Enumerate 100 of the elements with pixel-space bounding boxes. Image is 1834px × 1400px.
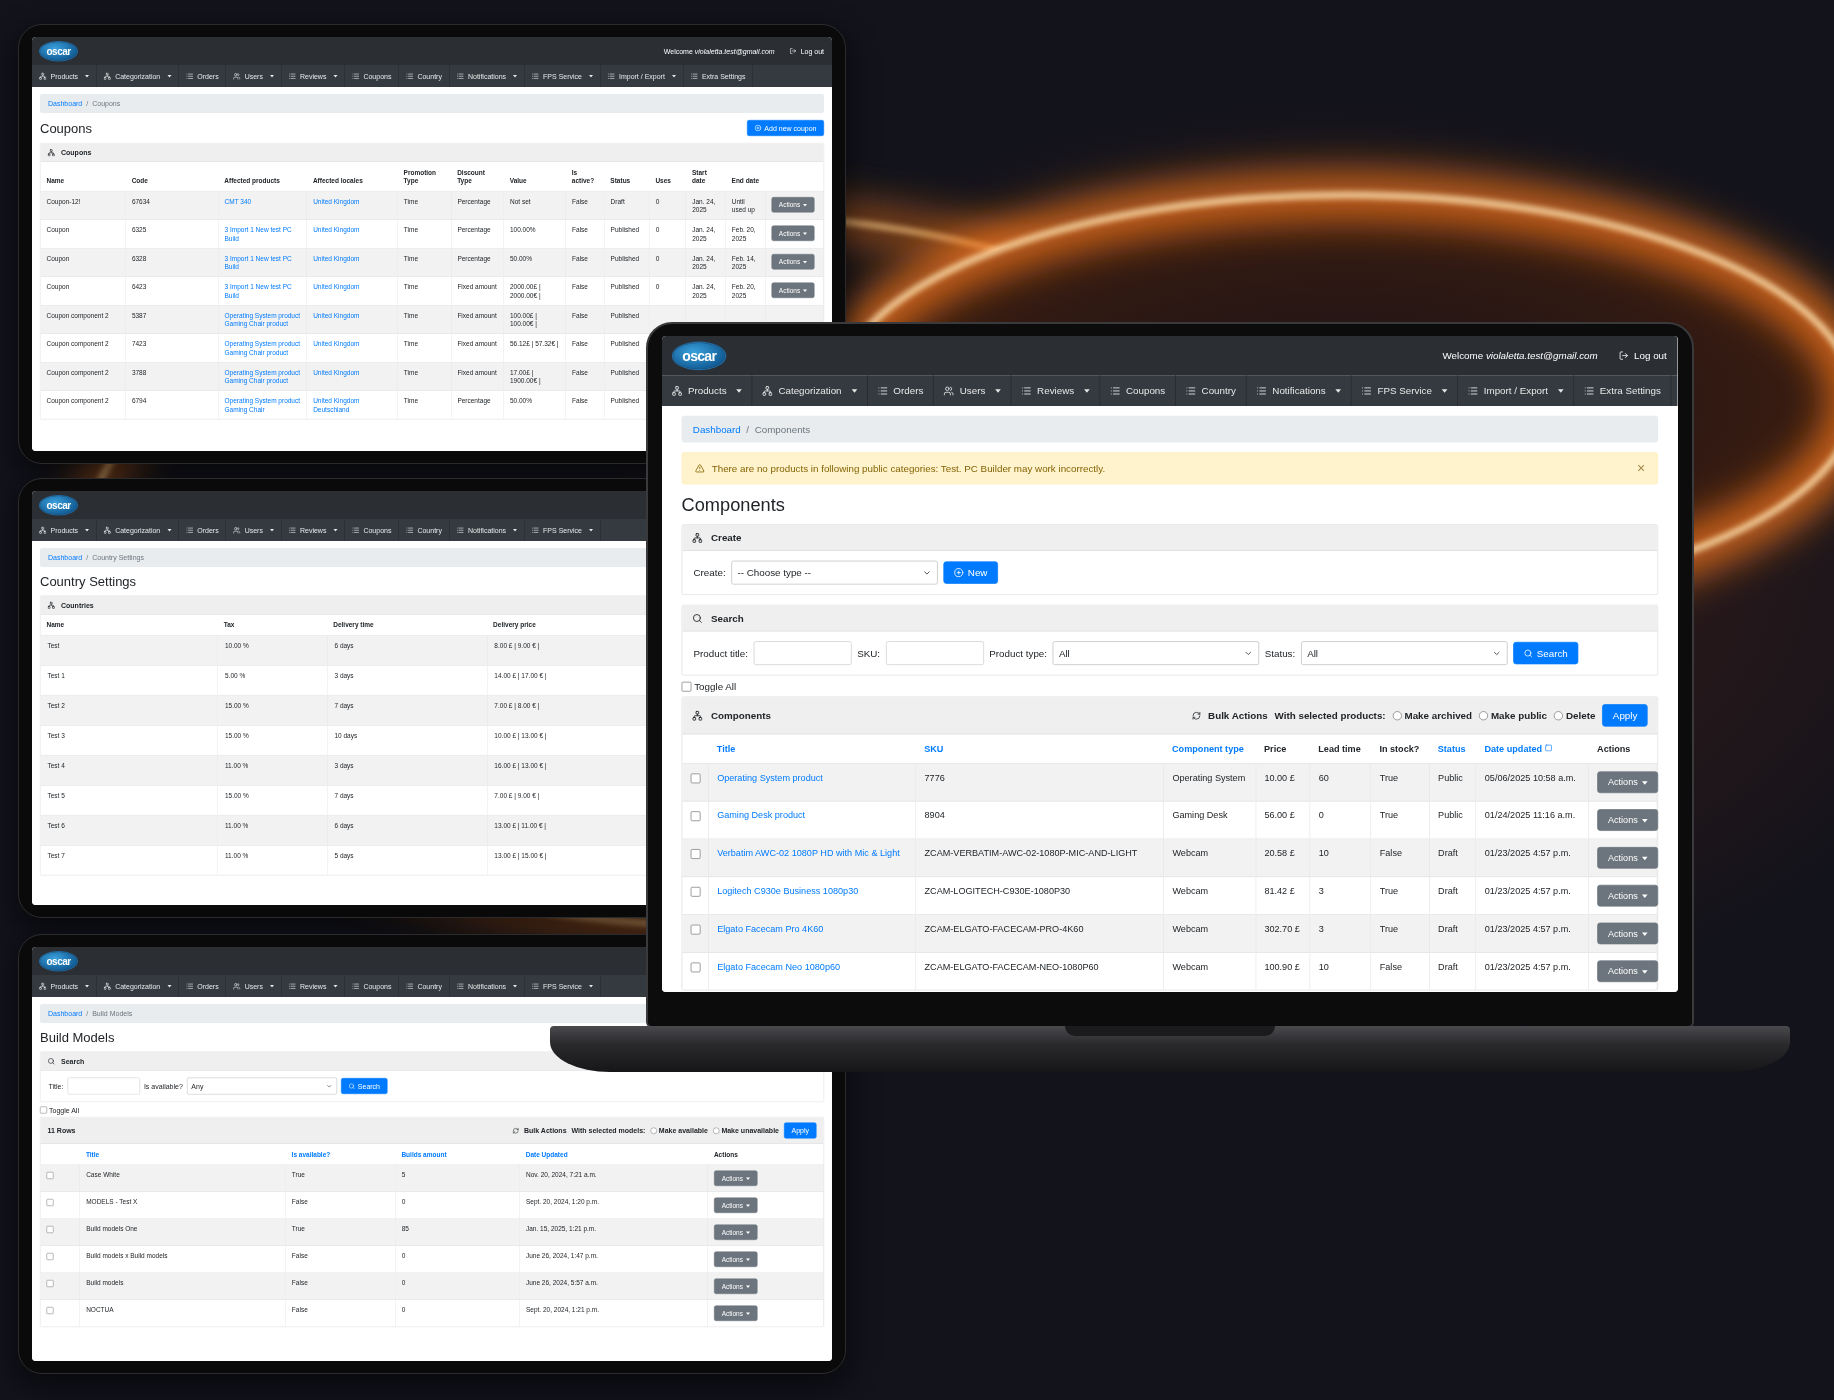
radio-option[interactable]: Make archived	[1392, 709, 1473, 721]
table-link[interactable]: Logitech C930e Business 1080p30	[717, 884, 907, 897]
table-cell: 8904	[915, 801, 1164, 839]
caret-icon	[1641, 819, 1648, 823]
nav-item[interactable]: Coupons	[1100, 375, 1176, 406]
logo[interactable]: oscar	[673, 342, 726, 369]
row-checkbox[interactable]	[690, 773, 701, 783]
row-checkbox[interactable]	[690, 811, 701, 821]
input-field[interactable]	[885, 641, 984, 665]
caret-icon	[1641, 970, 1648, 974]
caret-icon	[803, 204, 808, 207]
table-cell: True	[1371, 914, 1430, 953]
table-cell: 10.00 £	[1255, 763, 1310, 802]
nav-item[interactable]: FPS Service	[1351, 375, 1458, 406]
table-cell: 05/06/2025 10:58 a.m.	[1476, 763, 1589, 802]
welcome-text: Welcome violaletta.test@gmail.com	[1442, 350, 1598, 362]
table-cell: ZCAM-VERBATIM-AWC-02-1080P-MIC-AND-LIGHT	[915, 838, 1164, 877]
actions-button[interactable]: Actions	[1597, 884, 1659, 907]
row-checkbox[interactable]	[690, 962, 701, 972]
row-checkbox[interactable]	[46, 1279, 54, 1287]
panel-title: Search	[711, 612, 744, 624]
actions-button[interactable]: Actions	[1597, 771, 1659, 794]
table-cell: 01/23/2025 4:57 p.m.	[1476, 914, 1589, 953]
table-cell: Public	[1429, 801, 1477, 839]
nav-item[interactable]: Products	[662, 375, 753, 406]
table-link[interactable]: Elgato Facecam Neo 1080p60	[717, 960, 907, 973]
page-title: Build Models	[40, 1030, 116, 1046]
radio-option[interactable]: Delete	[1554, 709, 1596, 721]
logo[interactable]: oscar	[40, 495, 78, 515]
column-header[interactable]: Date updated	[1484, 743, 1543, 754]
column-header[interactable]: SKU	[924, 743, 944, 754]
row-checkbox[interactable]	[46, 1306, 54, 1314]
alert-text: There are no products in following public categories: Test. PC Builder may work incorrectly.	[711, 462, 1107, 474]
actions-button[interactable]: Actions	[1597, 922, 1659, 945]
actions-button[interactable]: Actions	[1597, 847, 1659, 869]
bulk-actions-label: Bulk Actions	[1208, 709, 1268, 721]
input-field[interactable]	[753, 641, 852, 665]
new-button[interactable]: New	[943, 561, 998, 584]
table-cell: 302.70 £	[1255, 914, 1310, 953]
row-checkbox[interactable]	[46, 1198, 54, 1206]
column-header[interactable]: Title	[716, 743, 736, 754]
table-cell: ZCAM-LOGITECH-C930E-1080P30	[915, 876, 1164, 915]
logo[interactable]: oscar	[40, 951, 78, 971]
caret-icon	[1641, 932, 1648, 936]
nav-item[interactable]: Reviews	[1011, 375, 1101, 406]
caret-icon	[1641, 856, 1648, 861]
table-cell: 3	[1309, 876, 1371, 915]
select-field[interactable]: All	[1052, 641, 1260, 665]
table-cell: Webcam	[1163, 914, 1256, 953]
table-cell: Gaming Desk	[1163, 801, 1256, 839]
select-field[interactable]: All	[1300, 641, 1508, 665]
table-link[interactable]: Elgato Facecam Pro 4K60	[717, 922, 907, 935]
nav-item[interactable]: Import / Export	[1457, 375, 1574, 406]
page-title: Components	[681, 494, 786, 516]
table-cell: Webcam	[1163, 952, 1256, 990]
nav-item[interactable]: Users	[933, 375, 1012, 406]
row-checkbox[interactable]	[690, 848, 701, 859]
row-checkbox[interactable]	[46, 1171, 54, 1179]
column-header: Actions	[1588, 734, 1658, 764]
row-checkbox[interactable]	[46, 1225, 54, 1233]
table-cell: 60	[1309, 763, 1371, 802]
table-cell: 01/24/2025 11:16 a.m.	[1476, 801, 1589, 839]
row-checkbox[interactable]	[690, 886, 701, 897]
nav-item[interactable]: Categorization	[752, 375, 868, 406]
caret-icon	[1641, 894, 1648, 899]
nav-item[interactable]: Extra Settings	[1573, 375, 1672, 406]
table-cell: Draft	[1429, 838, 1477, 877]
logout-link[interactable]: Log out	[1618, 350, 1667, 362]
table-cell: 01/23/2025 4:57 p.m.	[1476, 952, 1589, 990]
table-cell: 20.58 £	[1255, 838, 1310, 877]
column-header[interactable]: Status	[1437, 743, 1466, 754]
table-cell: 0	[1309, 801, 1371, 839]
bulk-prompt: With selected products:	[1274, 709, 1386, 721]
breadcrumb-separator: /	[746, 423, 750, 435]
column-header: In stock?	[1379, 743, 1420, 754]
logo[interactable]: oscar	[40, 41, 78, 61]
radio-option[interactable]: Make public	[1479, 709, 1548, 721]
table-cell: 81.42 £	[1255, 876, 1310, 915]
table-cell: False	[1371, 838, 1430, 877]
column-header[interactable]: Component type	[1172, 743, 1244, 754]
select-field[interactable]: -- Choose type --	[731, 560, 938, 585]
actions-button[interactable]: Actions	[1597, 809, 1659, 831]
table-cell: 3	[1309, 914, 1371, 953]
actions-button[interactable]: Actions	[1597, 960, 1659, 983]
panel-title: Components	[711, 709, 771, 721]
nav-item[interactable]: Orders	[867, 375, 934, 406]
checkbox[interactable]	[681, 681, 692, 692]
checkbox[interactable]	[40, 1106, 47, 1114]
breadcrumb-link[interactable]: Dashboard	[692, 423, 741, 435]
nav-item[interactable]: Country	[1175, 375, 1247, 406]
search-button[interactable]: Search	[1512, 641, 1579, 665]
field-label: Product type:	[989, 647, 1047, 659]
row-checkbox[interactable]	[46, 1252, 54, 1260]
table-cell: 100.90 £	[1255, 952, 1310, 990]
row-checkbox[interactable]	[690, 924, 701, 935]
nav-item[interactable]: Notifications	[1246, 375, 1352, 406]
input-field[interactable]	[67, 1077, 140, 1095]
apply-button[interactable]: Apply	[1602, 704, 1648, 727]
column-header: Price	[1264, 743, 1287, 754]
field-label: SKU:	[857, 647, 881, 659]
